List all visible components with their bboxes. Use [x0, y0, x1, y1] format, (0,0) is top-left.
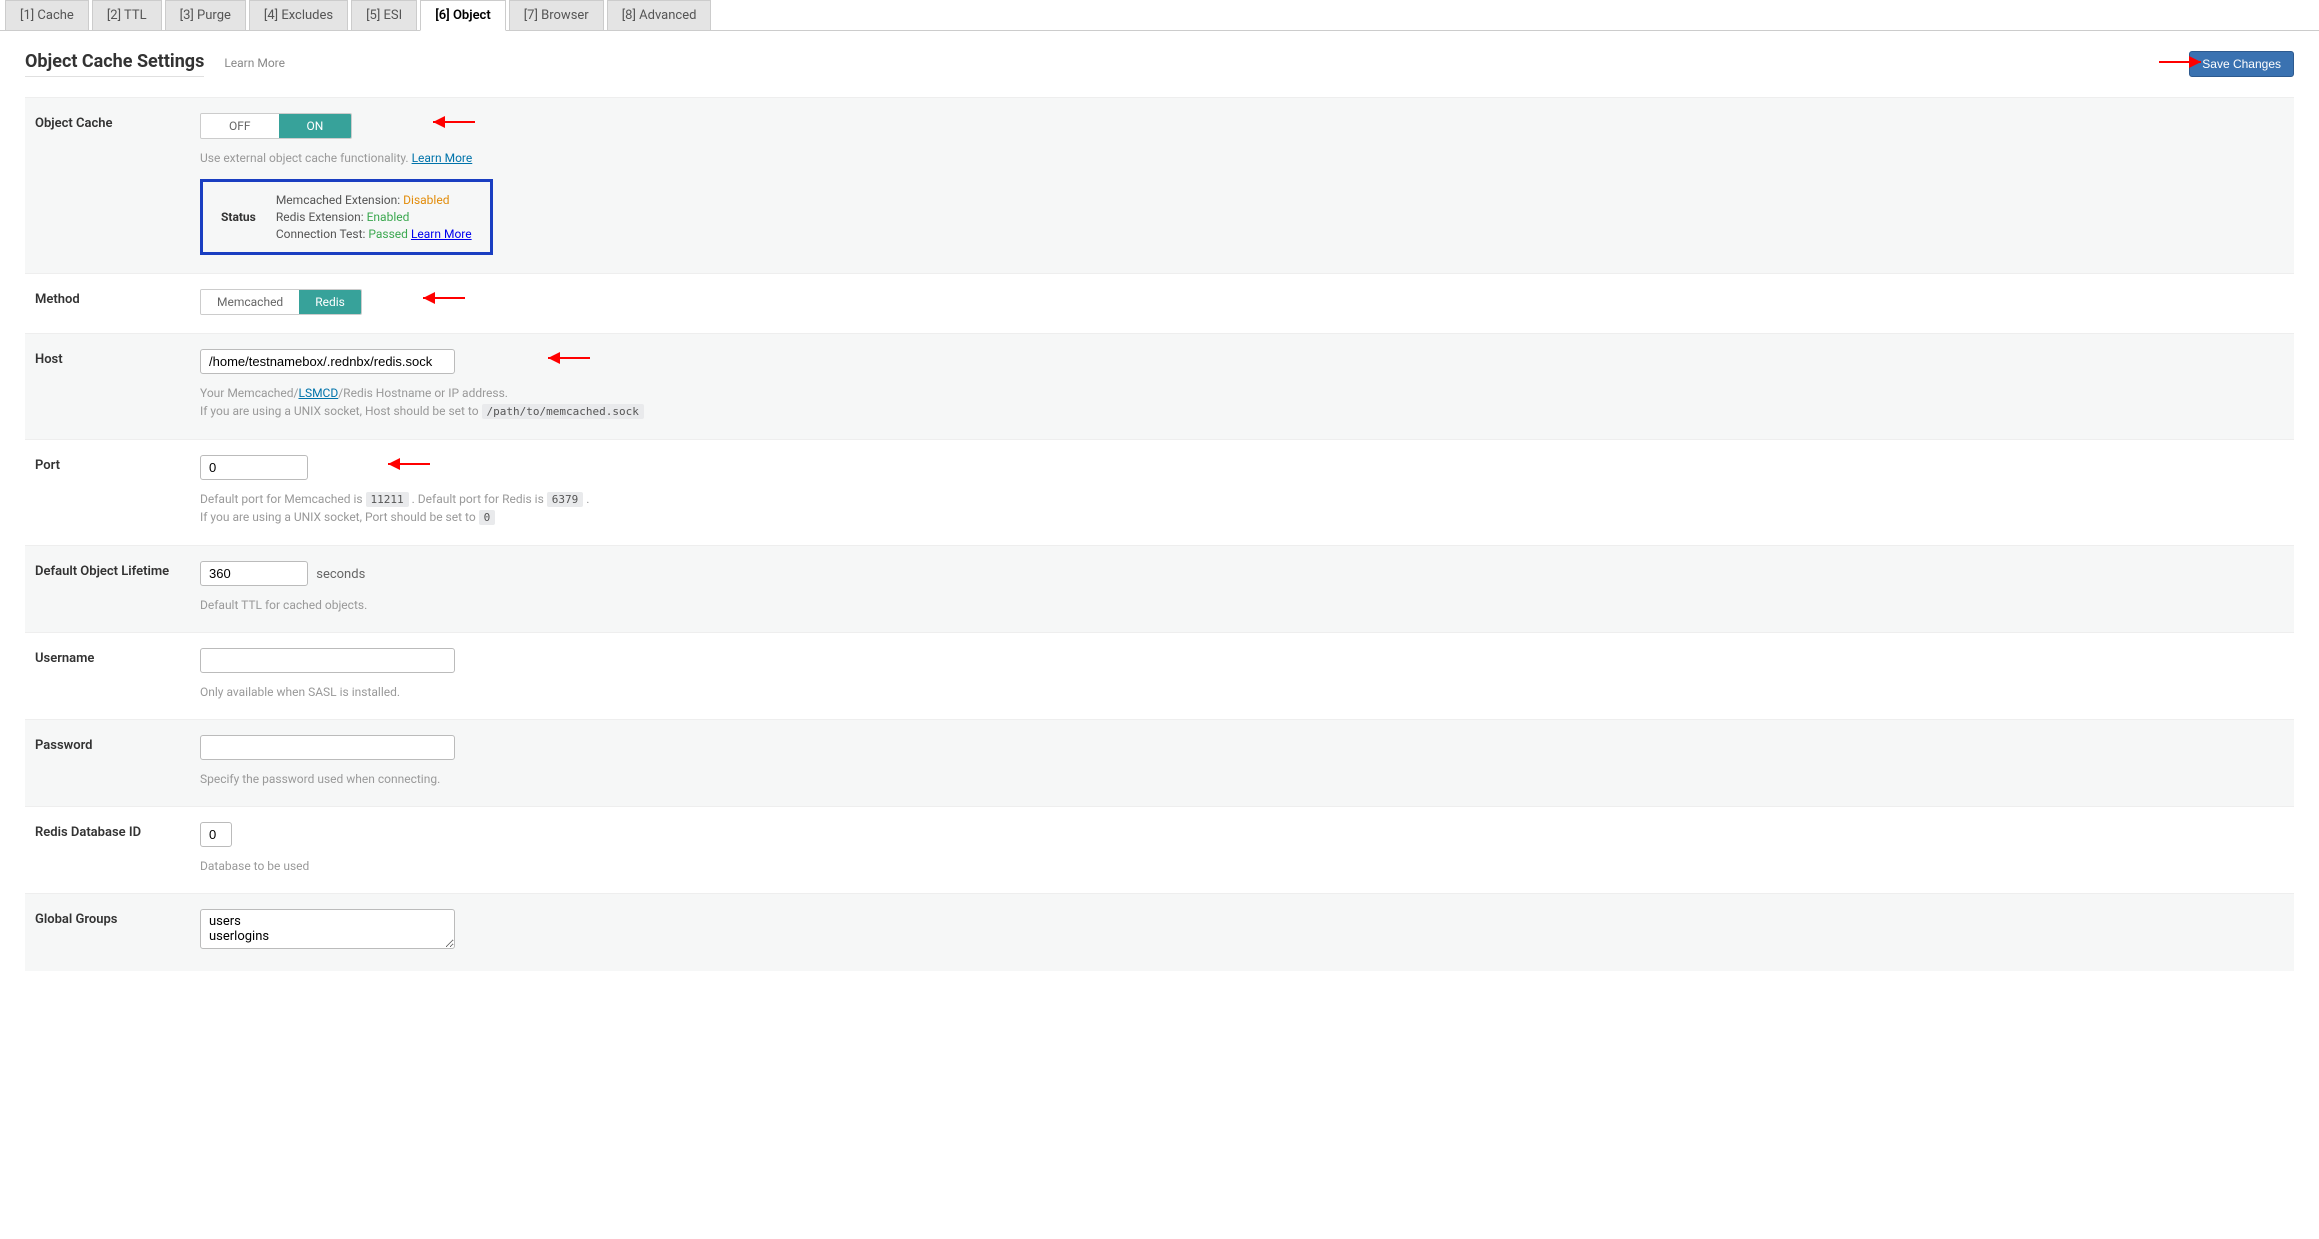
tab-bar: [1] Cache [2] TTL [3] Purge [4] Excludes… [0, 0, 2319, 31]
username-label: Username [25, 633, 200, 719]
global-groups-label: Global Groups [25, 894, 200, 971]
status-conn-test-label: Connection Test: [276, 227, 369, 241]
lifetime-unit: seconds [316, 567, 365, 582]
annotation-arrow-icon [415, 289, 465, 307]
learn-more-link[interactable]: Learn More [224, 56, 285, 70]
status-redis-ext-value: Enabled [367, 210, 410, 224]
annotation-arrow-icon [380, 455, 430, 473]
host-desc2-code: /path/to/memcached.sock [482, 404, 644, 419]
annotation-arrow-icon [425, 113, 475, 131]
object-cache-desc: Use external object cache functionality. [200, 151, 412, 165]
object-cache-on[interactable]: ON [279, 114, 352, 138]
status-memcached-ext-value: Disabled [403, 193, 449, 207]
password-desc: Specify the password used when connectin… [200, 770, 2284, 788]
status-conn-test-value: Passed [368, 227, 408, 241]
save-changes-button[interactable]: Save Changes [2189, 51, 2294, 77]
redis-db-input[interactable] [200, 822, 232, 847]
redis-db-label: Redis Database ID [25, 807, 200, 893]
lifetime-input[interactable] [200, 561, 308, 586]
host-label: Host [25, 334, 200, 439]
global-groups-textarea[interactable] [200, 909, 455, 949]
host-lsmcd-link[interactable]: LSMCD [298, 386, 338, 400]
tab-advanced[interactable]: [8] Advanced [607, 0, 712, 31]
page-title: Object Cache Settings [25, 51, 204, 77]
tab-ttl[interactable]: [2] TTL [92, 0, 162, 31]
port-input[interactable] [200, 455, 308, 480]
method-memcached[interactable]: Memcached [201, 290, 299, 314]
tab-object[interactable]: [6] Object [420, 0, 506, 31]
tab-esi[interactable]: [5] ESI [351, 0, 417, 31]
lifetime-desc: Default TTL for cached objects. [200, 596, 2284, 614]
redis-db-desc: Database to be used [200, 857, 2284, 875]
tab-purge[interactable]: [3] Purge [165, 0, 246, 31]
tab-browser[interactable]: [7] Browser [509, 0, 604, 31]
status-label: Status [221, 210, 256, 224]
password-input[interactable] [200, 735, 455, 760]
port-label: Port [25, 440, 200, 545]
host-desc1b: /Redis Hostname or IP address. [338, 386, 508, 400]
object-cache-label: Object Cache [25, 98, 200, 273]
object-cache-off[interactable]: OFF [201, 114, 279, 138]
status-box: Status Memcached Extension: Disabled Red… [200, 179, 493, 255]
port-desc1a: Default port for Memcached is [200, 492, 366, 506]
port-desc1c: . [583, 492, 589, 506]
port-desc1b: . Default port for Redis is [409, 492, 547, 506]
status-redis-ext-label: Redis Extension: [276, 210, 367, 224]
username-desc: Only available when SASL is installed. [200, 683, 2284, 701]
status-learn-more-link[interactable]: Learn More [411, 227, 472, 241]
host-desc2: If you are using a UNIX socket, Host sho… [200, 404, 482, 418]
port-desc1-code-b: 6379 [547, 492, 584, 507]
port-desc2: If you are using a UNIX socket, Port sho… [200, 510, 479, 524]
method-label: Method [25, 274, 200, 333]
object-cache-learn-more-link[interactable]: Learn More [412, 151, 473, 165]
status-memcached-ext-label: Memcached Extension: [276, 193, 403, 207]
tab-excludes[interactable]: [4] Excludes [249, 0, 348, 31]
lifetime-label: Default Object Lifetime [25, 546, 200, 632]
host-desc1a: Your Memcached/ [200, 386, 298, 400]
method-redis[interactable]: Redis [299, 290, 361, 314]
port-desc2-code: 0 [479, 510, 496, 525]
tab-cache[interactable]: [1] Cache [5, 0, 89, 31]
port-desc1-code-a: 11211 [366, 492, 409, 507]
method-toggle[interactable]: Memcached Redis [200, 289, 362, 315]
host-input[interactable] [200, 349, 455, 374]
object-cache-toggle[interactable]: OFF ON [200, 113, 352, 139]
annotation-arrow-icon [540, 349, 590, 367]
password-label: Password [25, 720, 200, 806]
username-input[interactable] [200, 648, 455, 673]
